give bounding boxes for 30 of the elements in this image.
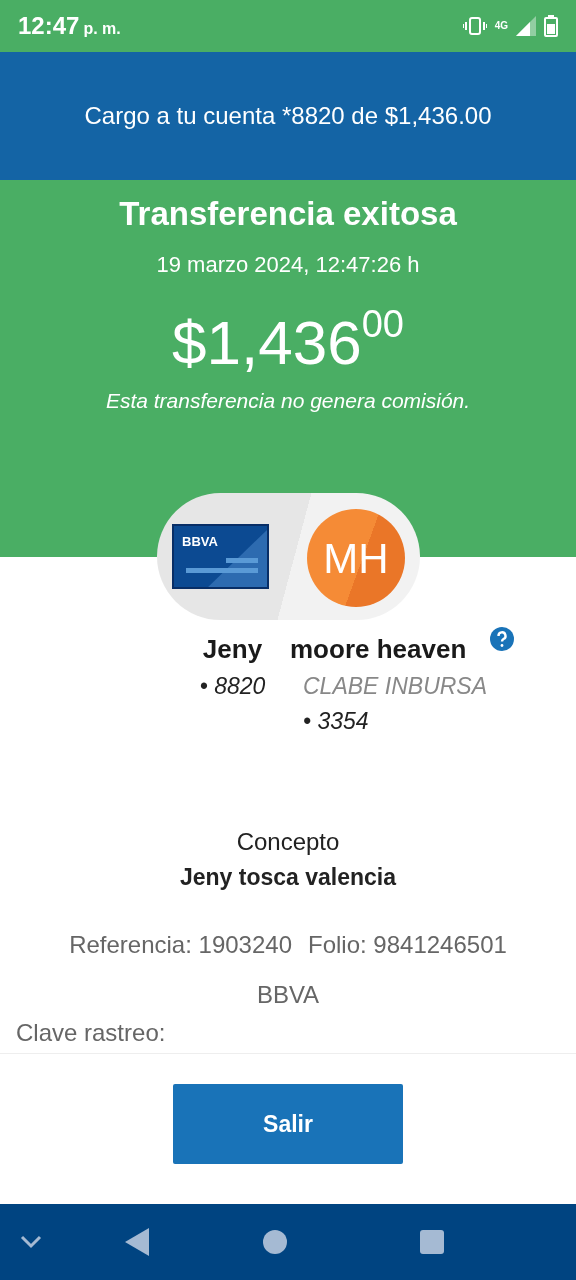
bank-text: BBVA <box>256 980 320 1008</box>
charge-banner-text: Cargo a tu cuenta *8820 de $1,436.00 <box>84 101 492 131</box>
transfer-date: 19 marzo 2024, 12:47:26 h <box>156 250 420 279</box>
battery-icon <box>544 15 558 37</box>
exit-button[interactable]: Salir <box>173 1083 403 1164</box>
signal-icon <box>516 16 536 36</box>
reference-text: Referencia: 1903240 <box>69 929 292 960</box>
success-title: Transferencia exitosa <box>118 194 458 234</box>
recipient-name: moore heaven <box>290 633 467 667</box>
recipient-account: • 3354 <box>303 706 370 736</box>
help-icon[interactable] <box>490 627 515 652</box>
network-type: 4G <box>494 21 508 31</box>
back-icon[interactable] <box>125 1228 150 1257</box>
recipient-bank: CLABE INBURSA <box>303 672 489 702</box>
avatar: MH <box>307 509 405 608</box>
status-ampm: p. m. <box>83 19 121 39</box>
sender-name: Jeny <box>201 633 264 667</box>
card-logo: BBVA <box>182 534 218 550</box>
home-icon[interactable] <box>262 1230 287 1255</box>
tracking-label: Clave rastreo: <box>16 1018 166 1046</box>
status-time: 12:47 <box>18 11 80 41</box>
commission-note: Esta transferencia no genera comisión. <box>105 387 471 414</box>
recents-icon[interactable] <box>420 1230 444 1255</box>
chevron-down-icon[interactable] <box>20 1235 42 1250</box>
sender-account: • 8820 <box>198 672 267 702</box>
concept-label: Concepto <box>236 828 340 856</box>
transfer-amount: $1,436$^{00}$ <box>172 308 404 377</box>
vibrate-icon <box>462 16 487 36</box>
folio-text: Folio: 9841246501 <box>308 929 507 960</box>
concept-value: Jeny tosca valencia <box>179 864 397 891</box>
